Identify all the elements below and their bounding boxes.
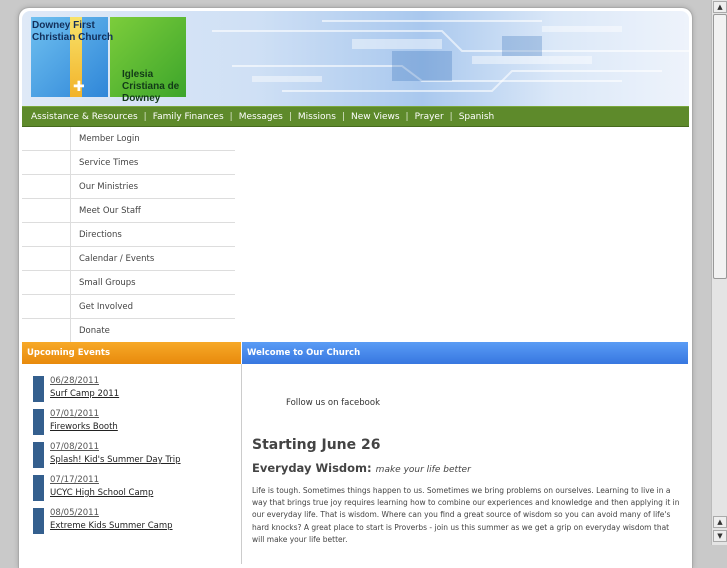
side-menu-label: Our Ministries — [79, 181, 138, 192]
side-menu-label: Donate — [79, 325, 110, 336]
event-date-link[interactable]: 06/28/2011 — [50, 376, 99, 386]
scroll-down-icon[interactable]: ▼ — [713, 530, 727, 542]
side-menu-label: Small Groups — [79, 277, 136, 288]
series-title-text: Everyday Wisdom: — [252, 461, 372, 475]
side-menu-label: Service Times — [79, 157, 139, 168]
upcoming-events-header: Upcoming Events — [22, 342, 241, 364]
side-menu-label: Directions — [79, 229, 122, 240]
column-divider — [241, 364, 242, 564]
event-marker — [33, 409, 44, 435]
side-menu-service-times[interactable]: Service Times — [22, 151, 235, 175]
event-date-link[interactable]: 07/01/2011 — [50, 409, 99, 419]
vertical-scrollbar[interactable]: ▲ ▲ ▼ — [711, 0, 727, 545]
event-date-link[interactable]: 08/05/2011 — [50, 508, 99, 518]
event-marker — [33, 376, 44, 402]
event-item: 07/17/2011 UCYC High School Camp — [33, 475, 233, 508]
nav-item-missions[interactable]: Missions — [298, 112, 336, 122]
facebook-follow-link[interactable]: Follow us on facebook — [286, 398, 380, 408]
nav-item-new-views[interactable]: New Views — [351, 112, 400, 122]
side-menu-our-ministries[interactable]: Our Ministries — [22, 175, 235, 199]
event-title-link[interactable]: Fireworks Booth — [50, 422, 118, 432]
series-tagline: make your life better — [375, 465, 471, 475]
header-banner: ✚ Downey First Christian Church Iglesia … — [22, 11, 689, 106]
nav-item-spanish[interactable]: Spanish — [459, 112, 495, 122]
nav-item-family-finances[interactable]: Family Finances — [153, 112, 224, 122]
event-date-link[interactable]: 07/08/2011 — [50, 442, 99, 452]
side-menu-member-login[interactable]: Member Login — [22, 127, 235, 151]
scroll-up-icon[interactable]: ▲ — [713, 1, 727, 13]
side-menu-label: Meet Our Staff — [79, 205, 141, 216]
welcome-body-text: Life is tough. Sometimes things happen t… — [252, 486, 680, 544]
events-list: 06/28/2011 Surf Camp 2011 07/01/2011 Fir… — [33, 376, 233, 541]
main-nav: Assistance & Resources | Family Finances |… — [22, 106, 689, 127]
logo-text-english: Downey First Christian Church — [32, 20, 114, 43]
event-marker — [33, 475, 44, 501]
sermon-series-title: Everyday Wisdom: make your life better — [252, 461, 471, 475]
side-menu-label: Member Login — [79, 133, 140, 144]
event-marker — [33, 508, 44, 534]
side-menu: Member Login Service Times Our Ministrie… — [22, 127, 235, 343]
event-marker — [33, 442, 44, 468]
event-item: 08/05/2011 Extreme Kids Summer Camp — [33, 508, 233, 541]
side-menu-get-involved[interactable]: Get Involved — [22, 295, 235, 319]
logo-text-spanish: Iglesia Cristiana de Downey — [122, 69, 180, 104]
side-menu-calendar-events[interactable]: Calendar / Events — [22, 247, 235, 271]
event-title-link[interactable]: Surf Camp 2011 — [50, 389, 119, 399]
event-title-link[interactable]: Splash! Kid's Summer Day Trip — [50, 455, 181, 465]
side-menu-small-groups[interactable]: Small Groups — [22, 271, 235, 295]
nav-item-messages[interactable]: Messages — [239, 112, 283, 122]
side-menu-donate[interactable]: Donate — [22, 319, 235, 343]
event-item: 07/01/2011 Fireworks Booth — [33, 409, 233, 442]
event-item: 07/08/2011 Splash! Kid's Summer Day Trip — [33, 442, 233, 475]
event-item: 06/28/2011 Surf Camp 2011 — [33, 376, 233, 409]
cross-icon: ✚ — [73, 79, 85, 95]
side-menu-directions[interactable]: Directions — [22, 223, 235, 247]
event-title-link[interactable]: UCYC High School Camp — [50, 488, 153, 498]
nav-item-prayer[interactable]: Prayer — [415, 112, 444, 122]
nav-item-assistance[interactable]: Assistance & Resources — [31, 112, 138, 122]
page: ✚ Downey First Christian Church Iglesia … — [19, 8, 692, 568]
scroll-up-icon-lower[interactable]: ▲ — [713, 516, 727, 528]
side-menu-meet-our-staff[interactable]: Meet Our Staff — [22, 199, 235, 223]
sermon-series-date: Starting June 26 — [252, 437, 381, 453]
welcome-header: Welcome to Our Church — [242, 342, 688, 364]
side-menu-label: Calendar / Events — [79, 253, 155, 264]
side-menu-label: Get Involved — [79, 301, 133, 312]
scrollbar-thumb[interactable] — [713, 14, 727, 279]
event-date-link[interactable]: 07/17/2011 — [50, 475, 99, 485]
event-title-link[interactable]: Extreme Kids Summer Camp — [50, 521, 173, 531]
